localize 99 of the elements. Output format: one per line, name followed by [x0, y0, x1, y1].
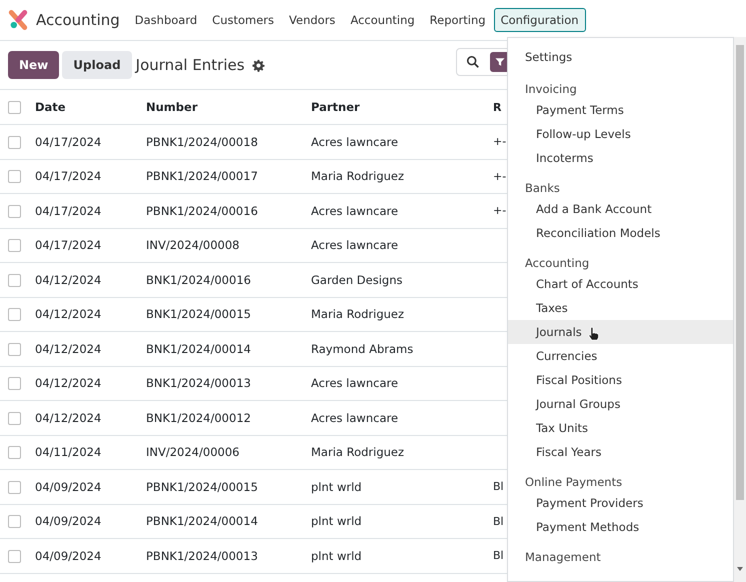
nav-menu-item[interactable]: Configuration: [494, 8, 586, 32]
table-cell: BNK1/2024/00014: [146, 342, 251, 356]
menu-item[interactable]: Add a Bank Account: [508, 197, 733, 221]
table-cell: BNK1/2024/00015: [146, 307, 251, 322]
table-cell: 04/12/2024: [35, 342, 102, 356]
table-cell: PBNK1/2024/00017: [146, 169, 258, 184]
menu-section-heading: Online Payments: [524, 474, 624, 490]
menu-item[interactable]: Chart of Accounts: [508, 272, 733, 296]
table-cell: 04/17/2024: [35, 204, 102, 218]
menu-item[interactable]: Journal Groups: [508, 392, 733, 416]
menu-item[interactable]: Reconciliation Models: [508, 221, 733, 245]
table-cell: Bl: [493, 480, 504, 494]
row-checkbox[interactable]: [8, 239, 21, 252]
menu-section-heading: Accounting: [524, 254, 590, 272]
table-cell: Maria Rodriguez: [311, 307, 404, 322]
table-cell: PBNK1/2024/00016: [146, 204, 258, 218]
table-cell: BNK1/2024/00016: [146, 272, 251, 287]
menu-item[interactable]: Fiscal Years: [508, 440, 733, 464]
table-cell: plnt wrld: [311, 514, 362, 528]
menu-item[interactable]: Incoterms: [508, 146, 733, 170]
row-checkbox[interactable]: [8, 480, 21, 494]
table-cell: Acres lawncare: [311, 238, 398, 252]
table-cell: 04/09/2024: [35, 480, 102, 494]
nav-menu-item[interactable]: Reporting: [422, 8, 493, 32]
row-checkbox[interactable]: [8, 515, 21, 528]
table-cell: Acres lawncare: [311, 410, 398, 425]
table-cell: PBNK1/2024/00014: [146, 514, 258, 528]
table-cell: 04/12/2024: [35, 376, 102, 390]
table-cell: Maria Rodriguez: [311, 445, 404, 460]
row-checkbox[interactable]: [8, 170, 21, 184]
row-checkbox[interactable]: [8, 204, 21, 218]
settings-icon[interactable]: [252, 58, 265, 72]
table-cell: 04/12/2024: [35, 410, 102, 425]
page-title: Journal Entries: [136, 56, 245, 74]
table-cell: Bl: [493, 549, 504, 562]
nav-menu-item[interactable]: Customers: [205, 8, 282, 32]
row-checkbox[interactable]: [8, 550, 21, 563]
table-cell: Bl: [493, 514, 504, 528]
table-cell: BNK1/2024/00012: [146, 410, 251, 425]
menu-item[interactable]: Journals: [508, 320, 733, 344]
table-cell: plnt wrld: [311, 548, 362, 563]
table-cell: 04/12/2024: [35, 272, 102, 287]
table-cell: INV/2024/00008: [146, 238, 240, 252]
table-cell: Acres lawncare: [311, 134, 398, 149]
row-checkbox[interactable]: [8, 274, 21, 287]
row-checkbox[interactable]: [8, 446, 21, 460]
menu-item[interactable]: Currencies: [508, 344, 733, 368]
menu-item[interactable]: Settings: [508, 44, 733, 69]
table-cell: Acres lawncare: [311, 204, 398, 218]
row-checkbox[interactable]: [8, 412, 21, 425]
app-logo-icon[interactable]: [8, 10, 28, 30]
table-cell: INV/2024/00006: [146, 445, 240, 460]
table-cell: 04/09/2024: [35, 514, 102, 528]
table-cell: 04/09/2024: [35, 548, 102, 563]
table-cell: 04/11/2024: [35, 445, 102, 460]
app-name[interactable]: Accounting: [36, 11, 120, 29]
table-cell: +-: [493, 204, 506, 218]
column-header[interactable]: Date: [35, 90, 146, 124]
nav-menu-item[interactable]: Dashboard: [128, 8, 204, 32]
table-cell: Garden Designs: [311, 272, 403, 287]
menu-section-heading: Management: [524, 548, 602, 566]
nav-menu-item[interactable]: Vendors: [282, 8, 342, 32]
menu-section-heading: Banks: [524, 180, 561, 196]
row-checkbox[interactable]: [8, 136, 21, 149]
select-all-checkbox[interactable]: [8, 101, 21, 114]
table-cell: +-: [493, 135, 506, 148]
scrollbar[interactable]: [734, 37, 746, 582]
menu-item[interactable]: Payment Methods: [508, 515, 733, 539]
menu-item[interactable]: Taxes: [508, 296, 733, 320]
table-cell: PBNK1/2024/00015: [146, 480, 258, 494]
nav-menu-item[interactable]: Accounting: [343, 8, 422, 32]
table-cell: PBNK1/2024/00013: [146, 548, 258, 563]
table-cell: 04/12/2024: [35, 307, 102, 322]
table-cell: Maria Rodriguez: [311, 169, 404, 184]
table-cell: Acres lawncare: [311, 376, 398, 390]
table-cell: Raymond Abrams: [311, 342, 414, 356]
menu-item[interactable]: Payment Providers: [508, 491, 733, 515]
hand-cursor-icon: [588, 327, 599, 341]
row-checkbox[interactable]: [8, 308, 21, 322]
table-cell: +-: [493, 170, 506, 183]
new-button[interactable]: New: [8, 51, 60, 79]
table-cell: BNK1/2024/00013: [146, 376, 251, 390]
table-cell: 04/17/2024: [35, 238, 102, 252]
table-cell: 04/17/2024: [35, 169, 102, 184]
table-cell: 04/17/2024: [35, 134, 102, 149]
table-cell: PBNK1/2024/00018: [146, 134, 258, 149]
menu-item[interactable]: Fiscal Positions: [508, 368, 733, 392]
column-header[interactable]: Partner: [311, 90, 493, 124]
table-cell: plnt wrld: [311, 480, 362, 494]
menu-item[interactable]: Payment Terms: [508, 98, 733, 122]
column-header[interactable]: Number: [146, 90, 311, 124]
menu-item[interactable]: Tax Units: [508, 416, 733, 440]
upload-button[interactable]: Upload: [62, 51, 132, 79]
row-checkbox[interactable]: [8, 377, 21, 390]
row-checkbox[interactable]: [8, 342, 21, 356]
menu-section-heading: Invoicing: [524, 80, 578, 98]
search-icon: [466, 55, 480, 69]
menu-item[interactable]: Follow-up Levels: [508, 122, 733, 146]
scroll-down-icon[interactable]: [736, 566, 744, 572]
